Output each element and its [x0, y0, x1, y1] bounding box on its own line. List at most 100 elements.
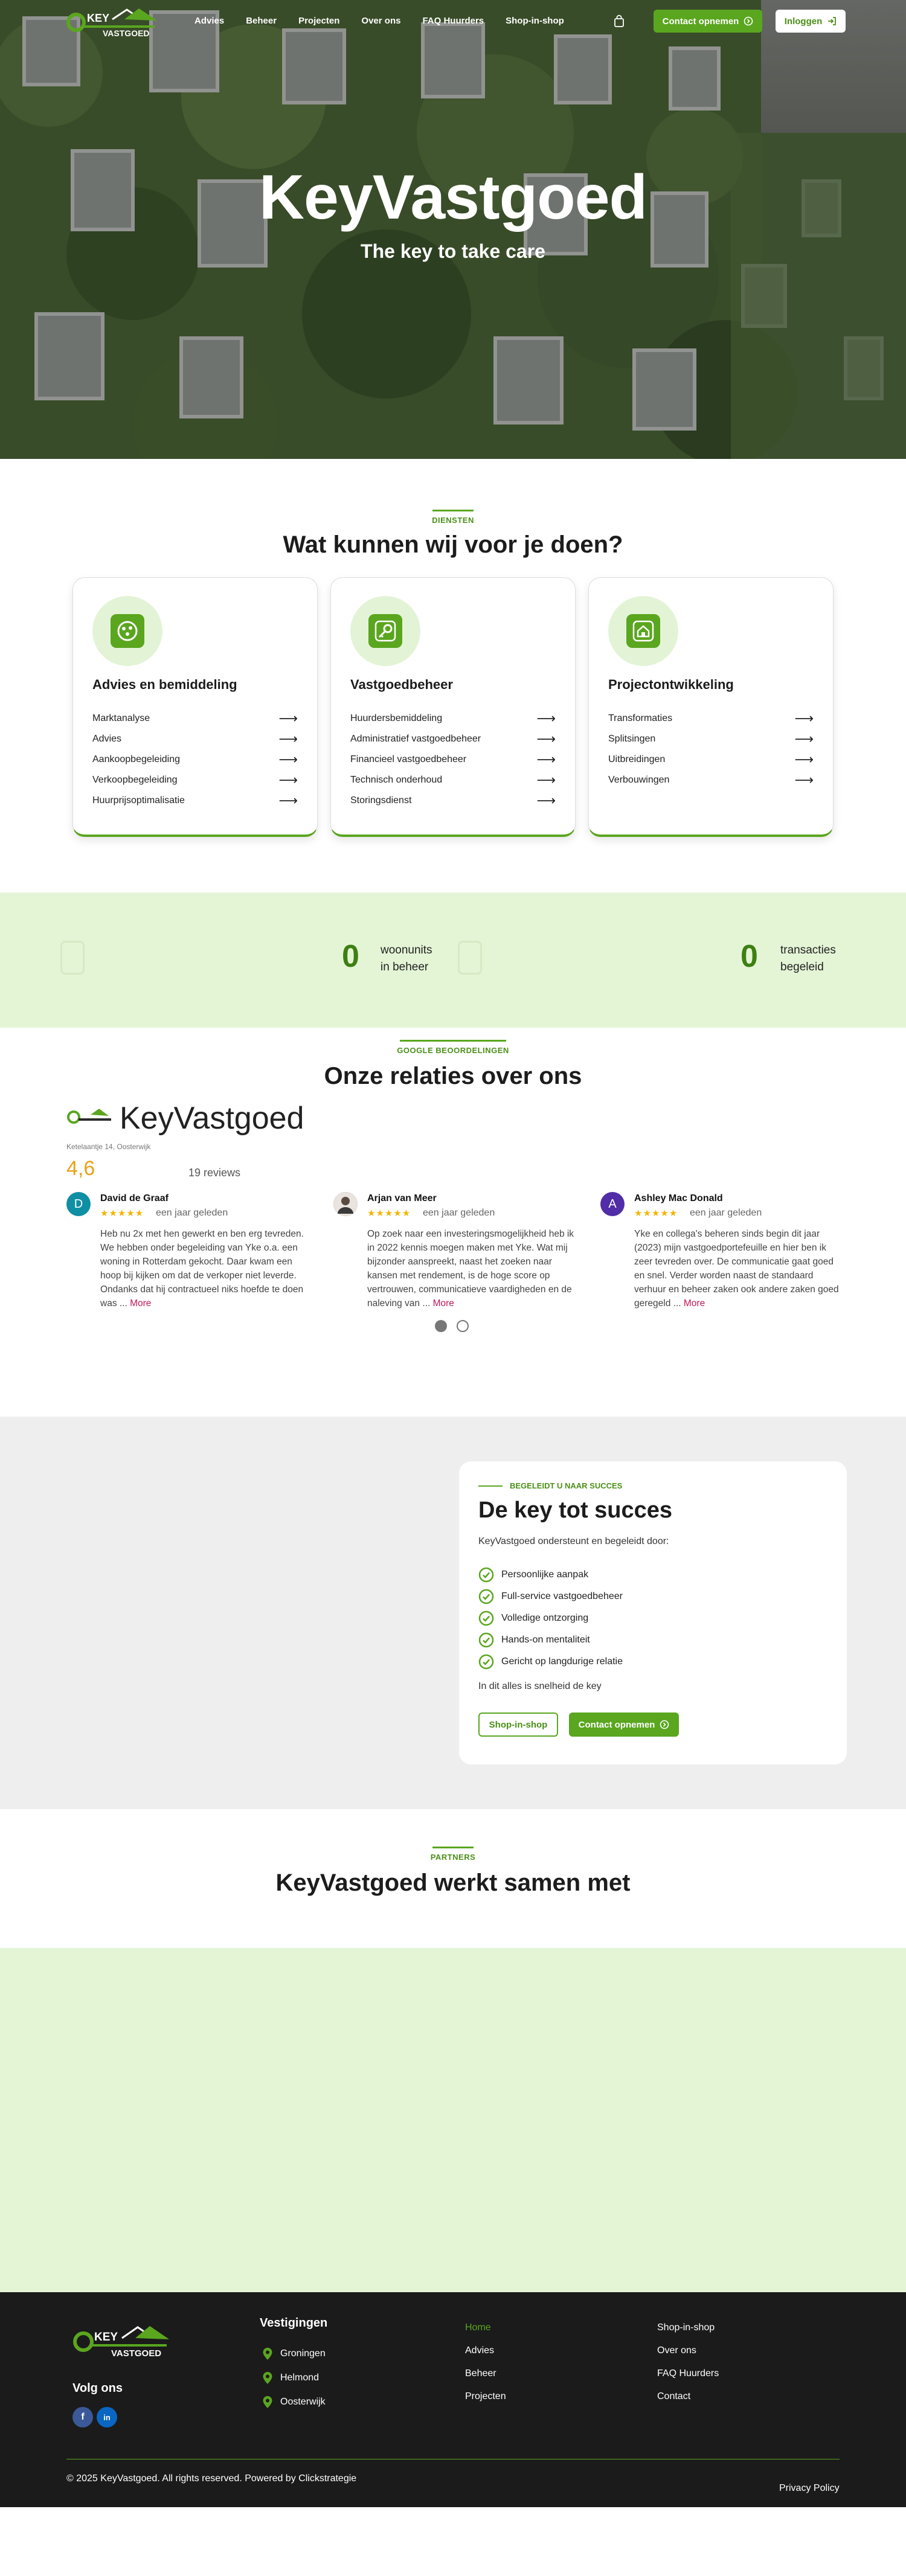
- service-item[interactable]: Verkoopbegeleiding ⟶: [92, 770, 298, 790]
- contact-button[interactable]: Contact opnemen: [654, 10, 762, 33]
- privacy-policy-link[interactable]: Privacy Policy: [779, 2483, 840, 2494]
- stat-woonunits-label: woonunits in beheer: [381, 942, 432, 976]
- read-more-link[interactable]: More: [433, 1298, 454, 1309]
- keyvastgoed-logo[interactable]: KEY VASTGOED: [66, 6, 157, 39]
- avatar-photo: [333, 1192, 358, 1216]
- facebook-icon[interactable]: f: [72, 2407, 93, 2427]
- hero-title: KeyVastgoed: [259, 162, 647, 232]
- service-card-title: Projectontwikkeling: [608, 677, 734, 692]
- eyebrow-divider: [400, 1040, 506, 1042]
- chat-icon: [111, 614, 144, 648]
- service-item[interactable]: Huurprijsoptimalisatie ⟶: [92, 790, 298, 811]
- arrow-right-icon: ⟶: [794, 772, 814, 787]
- eyebrow-divider: [478, 1485, 503, 1487]
- contact-button[interactable]: Contact opnemen: [569, 1713, 679, 1737]
- footer-link-advies[interactable]: Advies: [465, 2345, 494, 2356]
- stat-label-line: begeleid: [780, 961, 824, 973]
- service-item[interactable]: Administratief vastgoedbeheer ⟶: [350, 729, 556, 749]
- location-item[interactable]: Oosterwijk: [262, 2390, 326, 2414]
- check-circle-icon: [478, 1589, 494, 1604]
- shopping-bag-icon[interactable]: [614, 14, 625, 28]
- footer-link-over-ons[interactable]: Over ons: [657, 2345, 696, 2356]
- nav-link-beheer[interactable]: Beheer: [246, 16, 277, 26]
- service-item[interactable]: Verbouwingen ⟶: [608, 770, 814, 790]
- service-item[interactable]: Aankoopbegeleiding ⟶: [92, 749, 298, 770]
- logo-text-vastgoed: VASTGOED: [103, 28, 150, 38]
- service-item[interactable]: Storingsdienst ⟶: [350, 790, 556, 811]
- location-label: Groningen: [280, 2348, 326, 2359]
- nav-link-faq-huurders[interactable]: FAQ Huurders: [422, 16, 484, 26]
- footer-link-beheer[interactable]: Beheer: [465, 2368, 496, 2379]
- location-item[interactable]: Helmond: [262, 2366, 326, 2390]
- review-stars: ★★★★★: [100, 1208, 144, 1219]
- footer-link-contact[interactable]: Contact: [657, 2391, 690, 2402]
- success-intro: KeyVastgoed ondersteunt en begeleidt doo…: [478, 1536, 669, 1546]
- stat-transacties-value: 0: [741, 939, 758, 974]
- footer-link-shop-in-shop[interactable]: Shop-in-shop: [657, 2322, 715, 2333]
- service-item[interactable]: Technisch onderhoud ⟶: [350, 770, 556, 790]
- footer-logo[interactable]: KEY VASTGOED: [72, 2324, 169, 2359]
- review-stars: ★★★★★: [367, 1208, 411, 1219]
- partners-eyebrow: PARTNERS: [430, 1853, 476, 1862]
- review-count[interactable]: 19 reviews: [188, 1167, 240, 1179]
- shop-in-shop-button[interactable]: Shop-in-shop: [478, 1713, 558, 1737]
- service-item-label: Uitbreidingen: [608, 754, 666, 764]
- review-time: een jaar geleden: [156, 1208, 228, 1218]
- footer-link-home[interactable]: Home: [465, 2322, 491, 2333]
- partners-logo-area: [0, 1948, 906, 2292]
- avatar: A: [600, 1192, 625, 1216]
- business-logo: [67, 1109, 111, 1124]
- service-item[interactable]: Splitsingen ⟶: [608, 729, 814, 749]
- follow-heading: Volg ons: [72, 2382, 123, 2395]
- list-item-label: Full-service vastgoedbeheer: [501, 1591, 623, 1601]
- footer-link-projecten[interactable]: Projecten: [465, 2391, 506, 2402]
- carousel-dot[interactable]: [457, 1320, 469, 1332]
- eyebrow-divider: [432, 510, 474, 511]
- review-text: Heb nu 2x met hen gewerkt en ben erg tev…: [100, 1227, 308, 1310]
- service-item-label: Storingsdienst: [350, 795, 412, 806]
- review-body: Yke en collega's beheren sinds begin dit…: [634, 1229, 839, 1309]
- service-item-label: Financieel vastgoedbeheer: [350, 754, 467, 764]
- footer-link-faq-huurders[interactable]: FAQ Huurders: [657, 2368, 719, 2379]
- location-list: Groningen Helmond Oosterwijk: [262, 2342, 326, 2414]
- read-more-link[interactable]: More: [130, 1298, 151, 1309]
- stat-ghost-icon: [458, 941, 482, 975]
- service-card-title: Advies en bemiddeling: [92, 677, 237, 692]
- stat-label-line: in beheer: [381, 961, 429, 973]
- linkedin-icon[interactable]: in: [97, 2407, 117, 2427]
- read-more-link[interactable]: More: [684, 1298, 705, 1309]
- review-time: een jaar geleden: [423, 1208, 495, 1218]
- stats-section: 0 woonunits in beheer 0 transacties bege…: [0, 892, 906, 1028]
- arrow-right-icon: ⟶: [278, 793, 298, 808]
- location-label: Helmond: [280, 2373, 320, 2383]
- list-item-label: Hands-on mentaliteit: [501, 1635, 590, 1645]
- nav-link-over-ons[interactable]: Over ons: [361, 16, 400, 26]
- key-icon: [368, 614, 402, 648]
- business-address: Ketelaantje 14, Oosterwijk: [66, 1142, 151, 1151]
- arrow-right-icon: ⟶: [536, 752, 556, 767]
- location-item[interactable]: Groningen: [262, 2342, 326, 2366]
- carousel-dot-active[interactable]: [435, 1320, 447, 1332]
- services-eyebrow: DIENSTEN: [432, 516, 474, 525]
- avatar: D: [66, 1192, 91, 1216]
- service-item-label: Advies: [92, 734, 122, 744]
- arrow-right-icon: ⟶: [278, 772, 298, 787]
- service-item[interactable]: Financieel vastgoedbeheer ⟶: [350, 749, 556, 770]
- service-item[interactable]: Uitbreidingen ⟶: [608, 749, 814, 770]
- nav-link-shop-in-shop[interactable]: Shop-in-shop: [506, 16, 564, 26]
- nav-link-projecten[interactable]: Projecten: [298, 16, 339, 26]
- arrow-circle-icon: [660, 1720, 669, 1729]
- review-author: David de Graaf: [100, 1193, 169, 1203]
- login-button[interactable]: Inloggen: [776, 10, 846, 33]
- arrow-right-icon: ⟶: [536, 772, 556, 787]
- service-icon-wrap: [92, 596, 162, 666]
- service-item[interactable]: Transformaties ⟶: [608, 708, 814, 729]
- service-list: Marktanalyse ⟶ Advies ⟶ Aankoopbegeleiding…: [92, 708, 298, 811]
- service-item[interactable]: Huurdersbemiddeling ⟶: [350, 708, 556, 729]
- nav-link-advies[interactable]: Advies: [194, 16, 224, 26]
- service-item[interactable]: Marktanalyse ⟶: [92, 708, 298, 729]
- success-section: BEGELEIDT U NAAR SUCCES De key tot succe…: [0, 1417, 906, 1809]
- list-item: Full-service vastgoedbeheer: [478, 1586, 817, 1607]
- service-item[interactable]: Advies ⟶: [92, 729, 298, 749]
- service-item-label: Splitsingen: [608, 734, 656, 744]
